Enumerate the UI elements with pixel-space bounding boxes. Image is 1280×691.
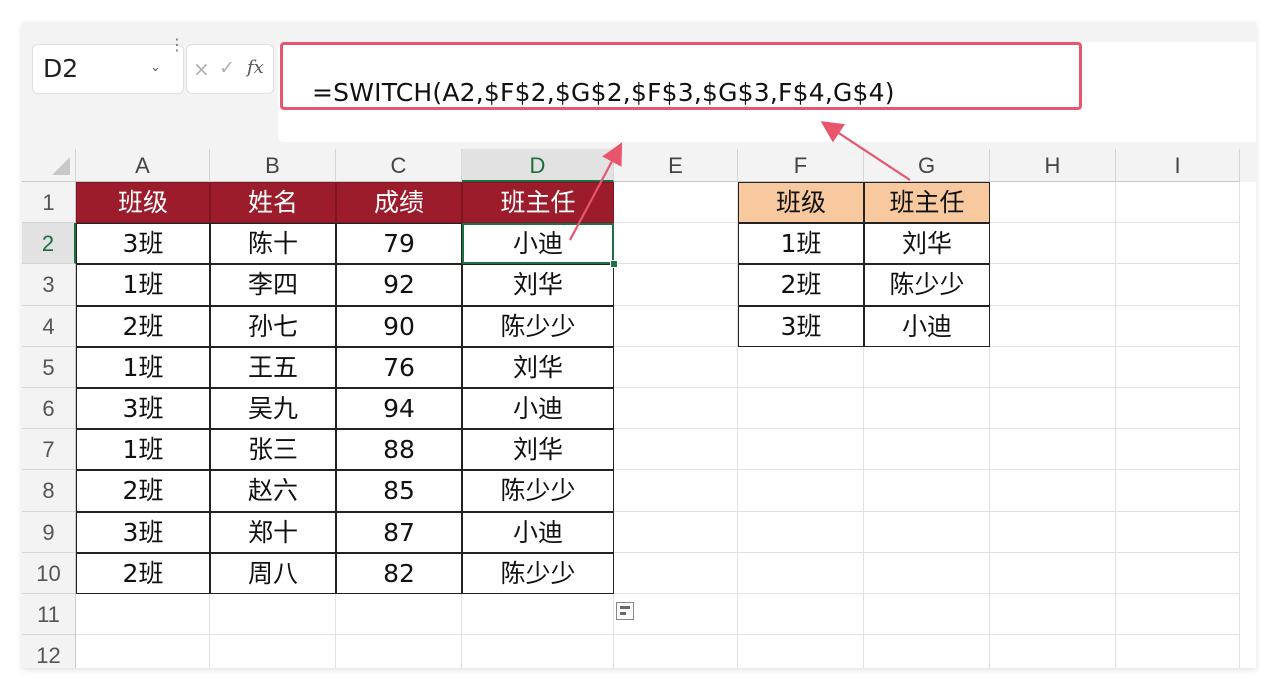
arrow-to-formula-right	[820, 121, 911, 181]
arrow-to-formula-left	[569, 142, 623, 241]
spreadsheet-window: D2 ⌄ ⋮ × ✓ fx =SWITCH(A2,$F$2,$G$2,$F$3,…	[22, 22, 1256, 668]
annotation-arrows	[569, 121, 911, 241]
